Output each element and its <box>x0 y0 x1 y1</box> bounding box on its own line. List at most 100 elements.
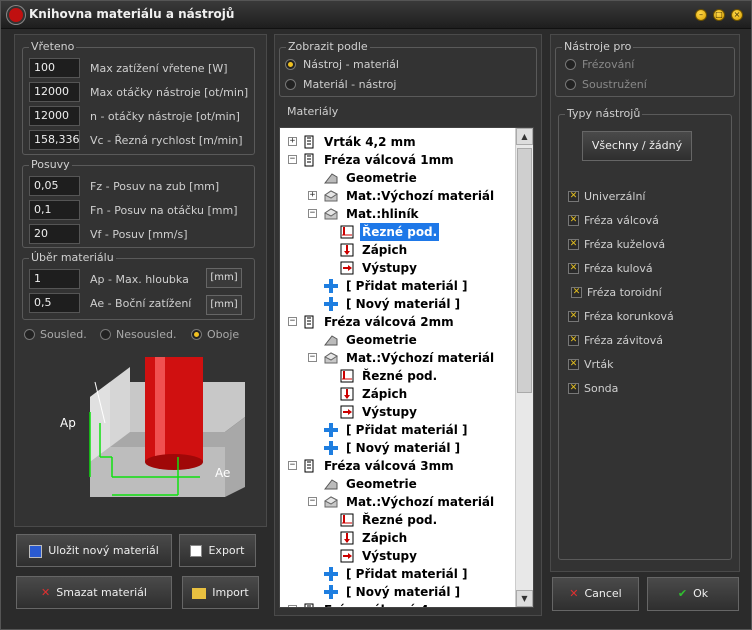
material-tool-radio[interactable] <box>285 79 296 90</box>
tool-icon <box>304 153 314 167</box>
ok-button[interactable]: ✔ Ok <box>647 577 739 611</box>
all-none-button[interactable]: Všechny / žádný <box>582 131 692 161</box>
milling-diagram: Ap Ae <box>60 357 245 497</box>
feed-rate-input[interactable]: 20 <box>29 224 80 244</box>
folder-icon <box>192 587 207 599</box>
tree-node-label: Fréza válcová 1mm <box>324 153 454 167</box>
tool-type-checkbox[interactable]: ✕ <box>568 383 579 394</box>
tool-type-checkbox[interactable]: ✕ <box>568 191 579 202</box>
scroll-up-icon[interactable]: ▲ <box>516 128 533 145</box>
max-load-input[interactable]: 100 <box>29 58 80 78</box>
import-button[interactable]: Import <box>182 576 259 609</box>
delete-icon: ✕ <box>41 586 51 599</box>
max-depth-label: Ap - Max. hloubka <box>90 273 189 286</box>
posuvy-label: Posuvy <box>29 158 72 171</box>
tool-rpm-input[interactable]: 12000 <box>29 106 80 126</box>
tree-node-label: Geometrie <box>346 333 417 347</box>
tool-rpm-label: n - otáčky nástroje [ot/min] <box>90 110 240 123</box>
close-icon[interactable]: × <box>731 9 743 21</box>
tool-type-checkbox[interactable]: ✕ <box>571 287 582 298</box>
tools-panel: Nástroje pro Frézování Soustružení Typy … <box>550 34 740 572</box>
tool-icon <box>304 315 314 329</box>
tree-node-label: Vrták 4,2 mm <box>324 135 416 149</box>
title-bar[interactable]: Knihovna materiálu a nástrojů – □ × <box>1 1 751 29</box>
collapse-icon[interactable]: − <box>288 155 297 164</box>
expand-icon[interactable]: + <box>308 191 317 200</box>
tool-type-checkbox[interactable]: ✕ <box>568 311 579 322</box>
ae-label: Ae <box>215 466 230 480</box>
add-icon <box>324 585 338 599</box>
tree-node-label: Fréza válcová 4mm <box>322 601 456 607</box>
collapse-icon[interactable]: − <box>308 209 317 218</box>
typy-label: Typy nástrojů <box>565 107 643 120</box>
depth-unit-button[interactable]: [mm] <box>206 268 242 288</box>
tool-type-checkbox[interactable]: ✕ <box>568 335 579 346</box>
collapse-icon[interactable]: − <box>308 353 317 362</box>
nesousled-label: Nesousled. <box>116 328 177 341</box>
material-tool-label: Materiál - nástroj <box>303 78 397 91</box>
tool-material-label: Nástroj - materiál <box>303 58 399 71</box>
tool-type-label: Fréza závitová <box>584 334 663 347</box>
tree-node-label: [ Přidat materiál ] <box>346 567 468 581</box>
parameters-panel: Vřeteno Posuvy Úběr materiálu 100 Max za… <box>14 34 267 527</box>
export-icon <box>190 545 203 557</box>
feed-per-tooth-input[interactable]: 0,05 <box>29 176 80 196</box>
export-button[interactable]: Export <box>179 534 256 567</box>
oboje-label: Oboje <box>207 328 240 341</box>
collapse-icon[interactable]: − <box>288 605 297 607</box>
feed-per-rev-input[interactable]: 0,1 <box>29 200 80 220</box>
max-rpm-label: Max otáčky nástroje [ot/min] <box>90 86 249 99</box>
minimize-icon[interactable]: – <box>695 9 707 21</box>
expand-icon[interactable]: + <box>288 137 297 146</box>
cancel-button[interactable]: ✕ Cancel <box>552 577 639 611</box>
tree-scrollbar[interactable]: ▲ ▼ <box>515 128 533 607</box>
ok-label: Ok <box>693 587 709 600</box>
plunge-icon <box>340 243 354 257</box>
tree-node-label: Mat.:Výchozí materiál <box>346 351 495 365</box>
nesousled-radio[interactable] <box>100 329 111 340</box>
tool-icon <box>304 603 314 607</box>
side-unit-button[interactable]: [mm] <box>206 295 242 315</box>
side-load-input[interactable]: 0,5 <box>29 293 80 313</box>
delete-label: Smazat materiál <box>56 586 147 599</box>
sousled-radio[interactable] <box>24 329 35 340</box>
exit-icon <box>340 261 354 275</box>
scroll-down-icon[interactable]: ▼ <box>516 590 533 607</box>
tool-material-radio[interactable] <box>285 59 296 70</box>
tree-node-label: [ Nový materiál ] <box>346 585 461 599</box>
milling-radio[interactable] <box>565 59 576 70</box>
cutting-speed-input[interactable]: 158,336 <box>29 130 80 150</box>
tool-type-checkbox[interactable]: ✕ <box>568 215 579 226</box>
maximize-icon[interactable]: □ <box>713 9 725 21</box>
app-logo-icon <box>7 6 25 24</box>
collapse-icon[interactable]: − <box>288 461 297 470</box>
cutting-conditions-icon <box>340 369 354 383</box>
add-icon <box>324 297 338 311</box>
side-load-label: Ae - Boční zatížení <box>90 297 192 310</box>
sousled-label: Sousled. <box>40 328 87 341</box>
tool-icon <box>304 459 314 473</box>
delete-material-button[interactable]: ✕ Smazat materiál <box>16 576 172 609</box>
save-material-button[interactable]: Uložit nový materiál <box>16 534 172 567</box>
tree-node-label: [ Přidat materiál ] <box>346 423 468 437</box>
tree-node-label: Výstupy <box>362 405 417 419</box>
add-icon <box>324 567 338 581</box>
tool-type-checkbox[interactable]: ✕ <box>568 239 579 250</box>
max-rpm-input[interactable]: 12000 <box>29 82 80 102</box>
max-depth-input[interactable]: 1 <box>29 269 80 289</box>
tool-type-label: Vrták <box>584 358 614 371</box>
library-window: Knihovna materiálu a nástrojů – □ × Vřet… <box>0 0 752 630</box>
turning-radio[interactable] <box>565 79 576 90</box>
collapse-icon[interactable]: − <box>308 497 317 506</box>
collapse-icon[interactable]: − <box>288 317 297 326</box>
import-label: Import <box>212 586 249 599</box>
oboje-radio[interactable] <box>191 329 202 340</box>
scroll-thumb[interactable] <box>517 148 532 393</box>
turning-label: Soustružení <box>582 78 647 91</box>
tool-type-checkbox[interactable]: ✕ <box>568 359 579 370</box>
export-label: Export <box>208 544 245 557</box>
cutting-conditions-icon <box>340 513 354 527</box>
tool-type-checkbox[interactable]: ✕ <box>568 263 579 274</box>
tool-type-label: Fréza válcová <box>584 214 659 227</box>
materials-tree[interactable]: + Vrták 4,2 mm − Fréza válcová 1mm Geometrie… <box>279 127 534 608</box>
